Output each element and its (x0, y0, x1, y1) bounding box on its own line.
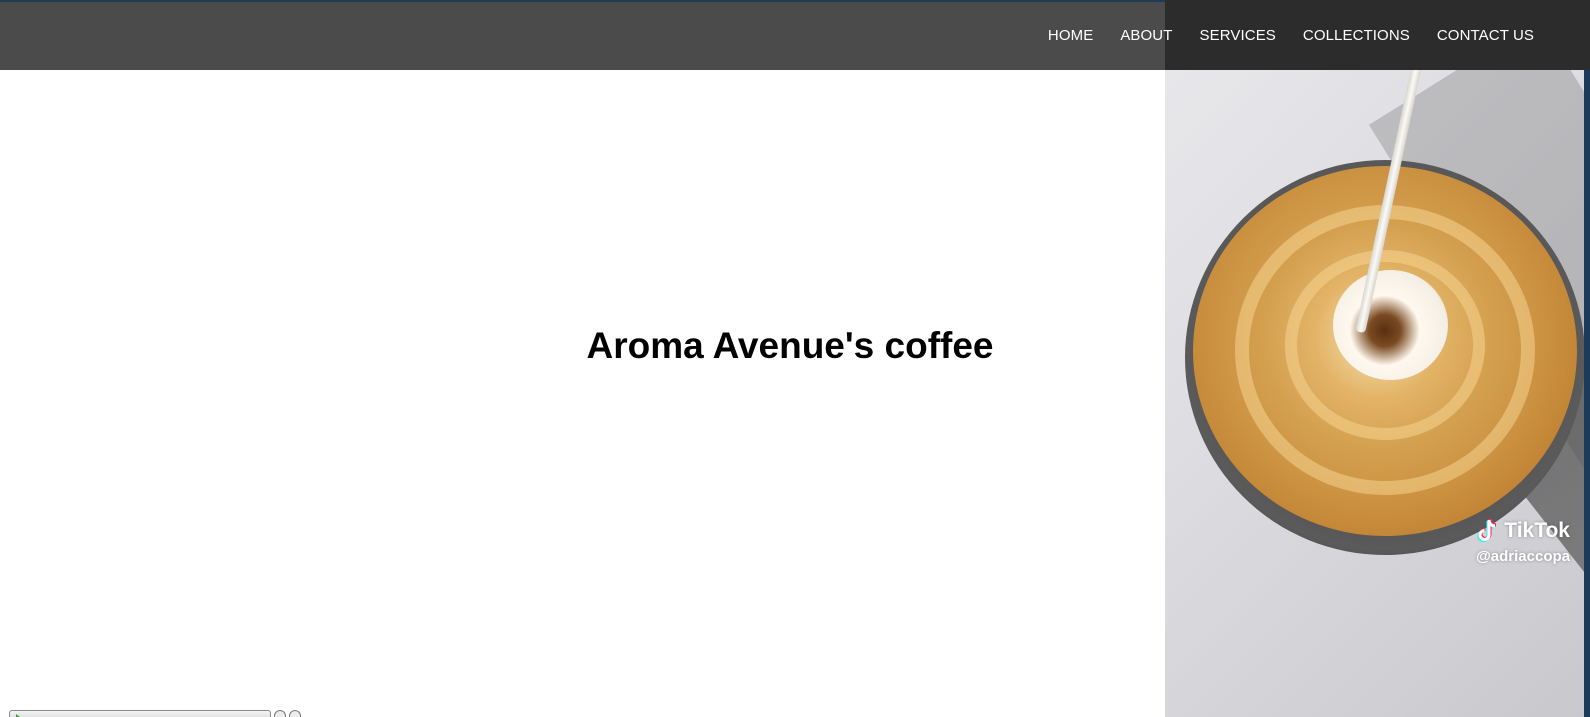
help-icon[interactable] (274, 710, 286, 717)
tiktok-brand: TikTok (1476, 518, 1570, 544)
media-player-field[interactable] (9, 710, 271, 717)
window-right-border (1584, 0, 1590, 717)
top-navbar: HOME ABOUT SERVICES COLLECTIONS CONTACT … (0, 0, 1590, 70)
page: HOME ABOUT SERVICES COLLECTIONS CONTACT … (0, 0, 1590, 717)
nav-services-link[interactable]: SERVICES (1200, 27, 1276, 44)
nav-contact-us-link[interactable]: CONTACT US (1437, 27, 1534, 44)
tiktok-watermark: TikTok @adriaccopa (1476, 518, 1570, 565)
milk-pool (1333, 270, 1448, 380)
tiktok-brand-text: TikTok (1504, 519, 1570, 542)
hero-title: Aroma Avenue's coffee (586, 325, 994, 366)
nav-about-link[interactable]: ABOUT (1120, 27, 1172, 44)
close-icon[interactable] (289, 710, 301, 717)
main-nav: HOME ABOUT SERVICES COLLECTIONS CONTACT … (1021, 0, 1534, 70)
coffee-video[interactable]: TikTok @adriaccopa (1165, 0, 1584, 717)
nav-collections-link[interactable]: COLLECTIONS (1303, 27, 1410, 44)
media-player-bar (9, 710, 309, 717)
tiktok-handle: @adriaccopa (1476, 548, 1570, 565)
tiktok-logo-icon (1477, 518, 1497, 543)
nav-home-link[interactable]: HOME (1048, 27, 1093, 44)
